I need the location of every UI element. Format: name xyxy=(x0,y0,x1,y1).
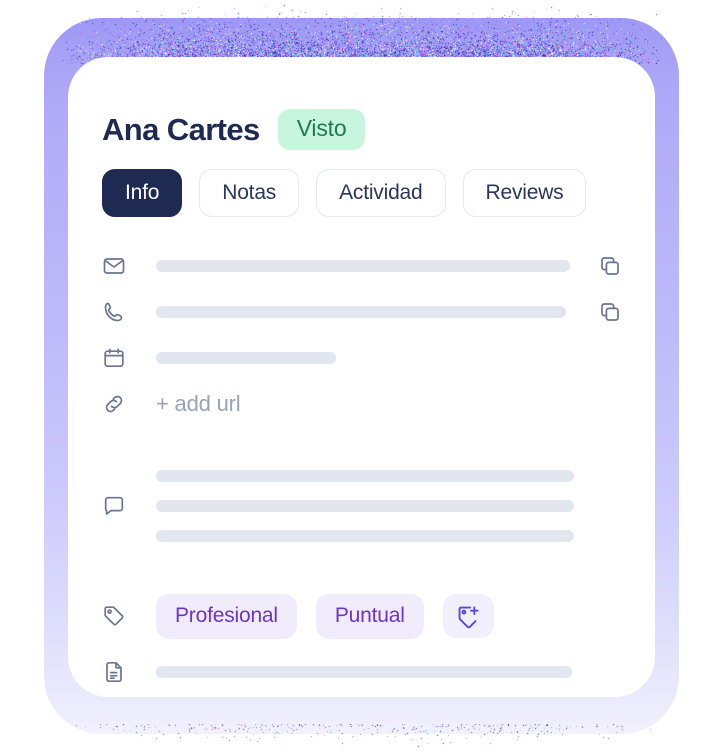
add-url-button[interactable]: + add url xyxy=(156,393,622,415)
copy-icon xyxy=(598,254,622,278)
add-tag-button[interactable] xyxy=(443,594,494,638)
card-header: Ana Cartes Visto xyxy=(102,109,365,150)
skeleton-bar xyxy=(156,260,570,272)
tab-info[interactable]: Info xyxy=(102,169,182,217)
page-title: Ana Cartes xyxy=(102,114,260,145)
screenshot-stage: Ana Cartes Visto Info Notas Actividad Revie… xyxy=(0,0,723,754)
tab-actividad[interactable]: Actividad xyxy=(316,169,445,217)
info-row-mail xyxy=(102,247,622,285)
tab-notas[interactable]: Notas xyxy=(199,169,299,217)
row-content: Profesional Puntual xyxy=(156,594,622,639)
info-row-chat xyxy=(102,431,622,581)
skeleton-bar xyxy=(156,530,574,542)
tab-label: Actividad xyxy=(339,182,422,203)
tag-list: Profesional Puntual xyxy=(156,594,622,639)
phone-icon xyxy=(102,300,132,324)
mail-icon xyxy=(102,254,132,278)
copy-button[interactable] xyxy=(598,254,622,278)
info-row-document xyxy=(102,653,622,691)
skeleton-bar xyxy=(156,666,572,678)
info-row-phone xyxy=(102,293,622,331)
row-content xyxy=(156,306,622,318)
tab-label: Notas xyxy=(222,182,276,203)
link-icon xyxy=(102,392,132,416)
row-content xyxy=(156,666,622,678)
tab-bar: Info Notas Actividad Reviews xyxy=(102,169,586,217)
status-badge: Visto xyxy=(278,109,366,150)
skeleton-bar xyxy=(156,500,574,512)
tag-chip[interactable]: Profesional xyxy=(156,594,297,639)
contact-card: Ana Cartes Visto Info Notas Actividad Revie… xyxy=(68,57,655,697)
info-row-link: + add url xyxy=(102,385,622,423)
tab-label: Info xyxy=(125,182,159,203)
tab-reviews[interactable]: Reviews xyxy=(463,169,587,217)
tab-label: Reviews xyxy=(486,182,564,203)
tag-chip[interactable]: Puntual xyxy=(316,594,424,639)
skeleton-bar xyxy=(156,352,336,364)
row-content: + add url xyxy=(156,393,622,415)
row-content xyxy=(156,352,622,364)
chat-icon xyxy=(102,494,132,518)
row-content xyxy=(156,470,622,542)
calendar-icon xyxy=(102,346,132,370)
tag-icon xyxy=(102,604,132,628)
info-row-tag: Profesional Puntual xyxy=(102,587,622,645)
skeleton-bar xyxy=(156,306,566,318)
tag-plus-icon xyxy=(456,604,481,629)
document-icon xyxy=(102,660,132,684)
copy-icon xyxy=(598,300,622,324)
copy-button[interactable] xyxy=(598,300,622,324)
info-row-calendar xyxy=(102,339,622,377)
row-content xyxy=(156,260,622,272)
skeleton-bar xyxy=(156,470,574,482)
